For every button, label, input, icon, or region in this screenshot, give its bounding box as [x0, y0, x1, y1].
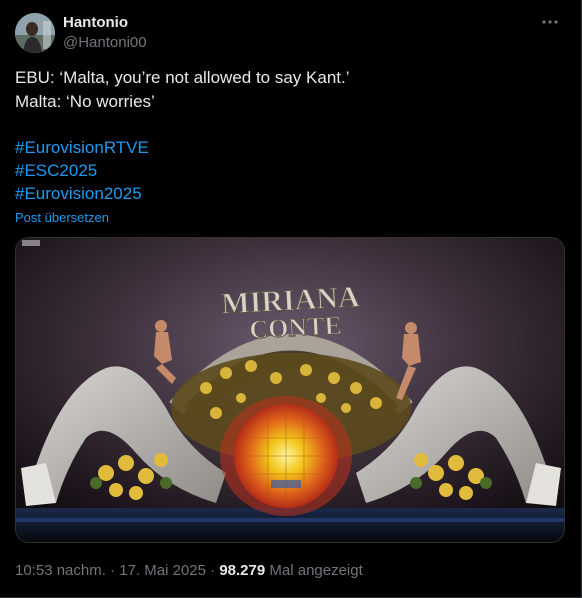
tweet-card: Hantonio @Hantoni00 EBU: ‘Malta, you’re … — [0, 0, 582, 598]
tweet-text-line-1: EBU: ‘Malta, you’re not allowed to say K… — [15, 68, 350, 87]
avatar[interactable] — [15, 13, 55, 53]
avatar-image — [15, 13, 55, 53]
tweet-meta: 10:53 nachm. · 17. Mai 2025 · 98.279 Mal… — [15, 562, 363, 579]
view-count: 98.279 — [219, 562, 266, 579]
hashtag-link[interactable]: #Eurovision2025 — [15, 183, 142, 205]
more-options-button[interactable] — [539, 12, 561, 32]
tweet-date[interactable]: 17. Mai 2025 — [119, 562, 206, 579]
author-handle[interactable]: @Hantoni00 — [63, 34, 147, 51]
meta-separator: · — [105, 562, 120, 579]
stage-title-line2: CONTE — [249, 311, 343, 345]
author-display-name[interactable]: Hantonio — [63, 14, 128, 31]
more-dots-icon — [542, 20, 558, 24]
translate-post-link[interactable]: Post übersetzen — [15, 210, 109, 225]
view-count-label: Mal angezeigt — [265, 562, 363, 579]
hashtag-link[interactable]: #EurovisionRTVE — [15, 137, 149, 159]
meta-separator: · — [205, 562, 220, 579]
stage-performance-image: MIRIANA CONTE — [16, 238, 564, 542]
hashtag-link[interactable]: #ESC2025 — [15, 160, 97, 182]
tweet-text-line-2: Malta: ‘No worries’ — [15, 92, 155, 111]
tweet-media-image[interactable]: MIRIANA CONTE — [15, 237, 565, 543]
tweet-time[interactable]: 10:53 nachm. — [15, 562, 106, 579]
